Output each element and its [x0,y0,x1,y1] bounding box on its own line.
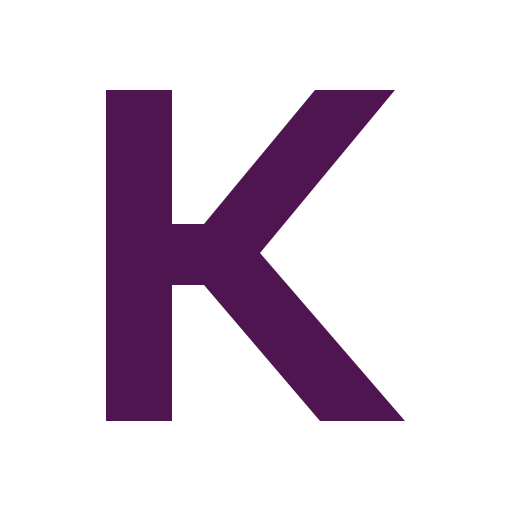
k-stem-shape [106,90,172,421]
k-lower-leg-shape [172,253,405,421]
logo-canvas: K [0,0,512,512]
k-logo-icon: K [106,90,405,421]
